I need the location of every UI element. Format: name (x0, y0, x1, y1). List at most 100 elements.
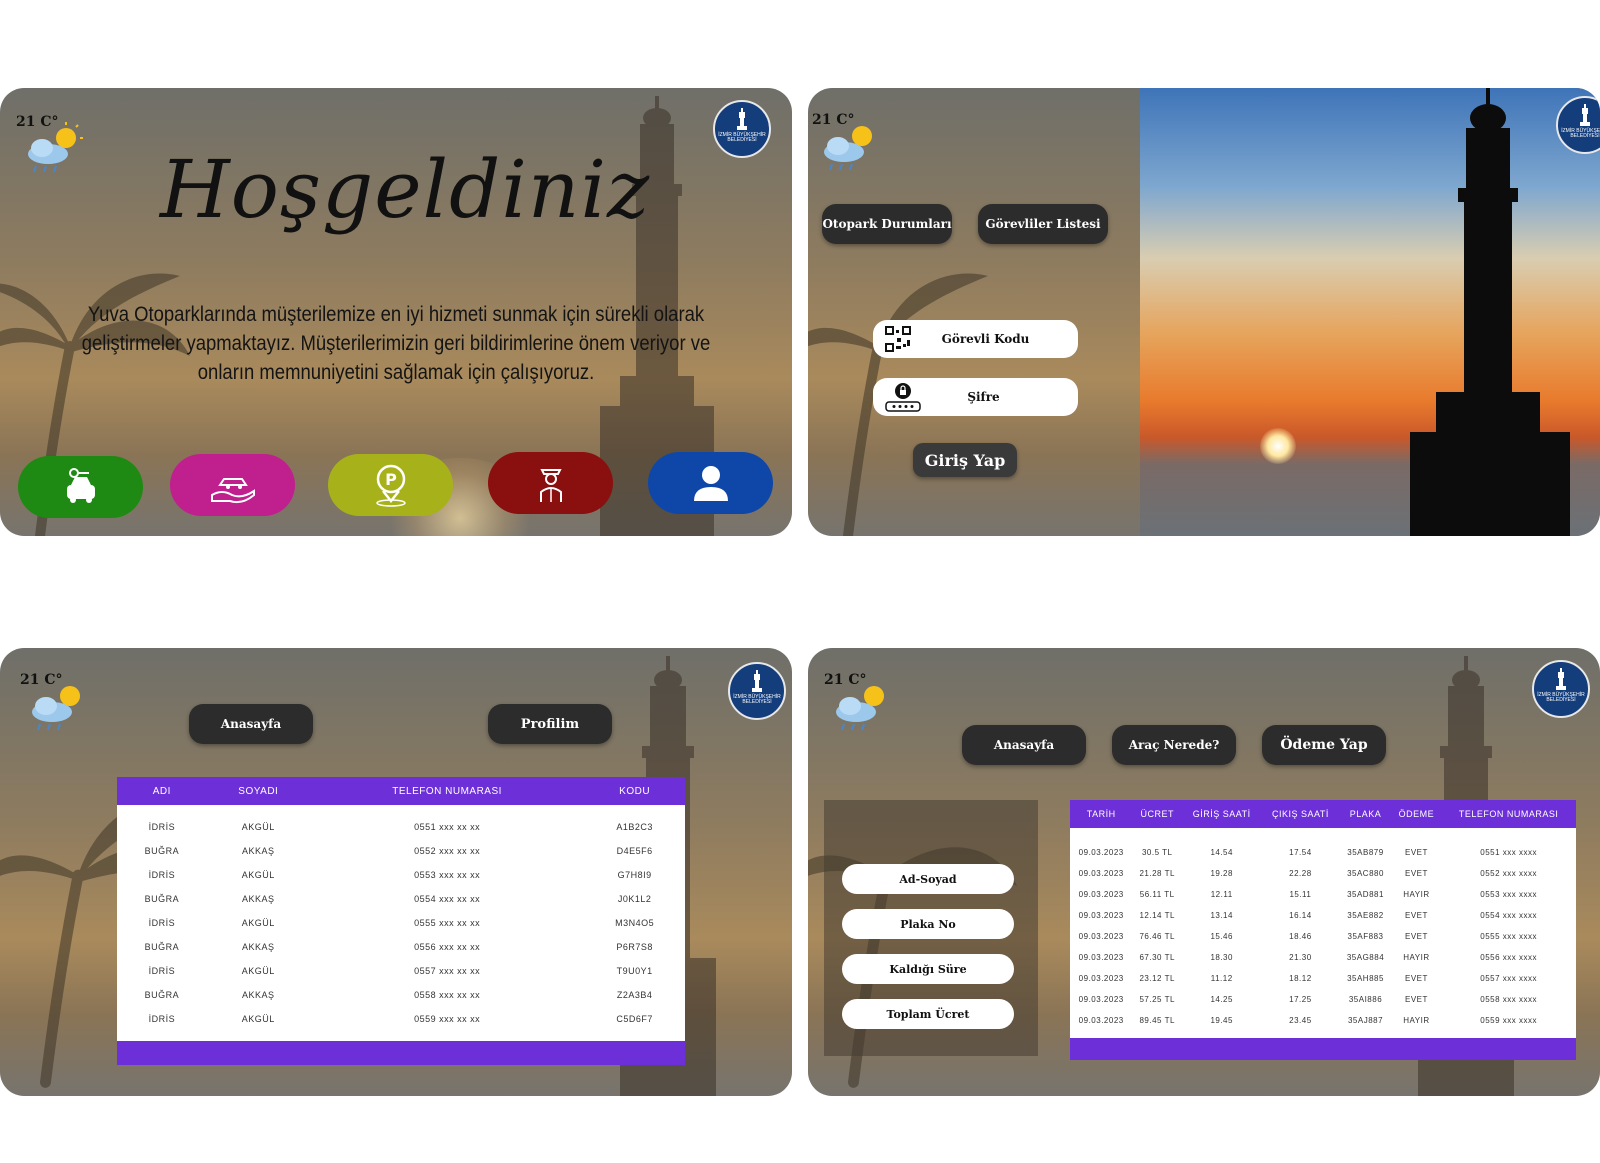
table-cell: 18.46 (1289, 932, 1312, 941)
car-key-button[interactable] (18, 456, 143, 518)
table-cell: 35AH885 (1347, 974, 1384, 983)
car-key-icon (66, 468, 95, 503)
table-row[interactable]: 09.03.2023 56.11 TL 12.11 15.11 35AD881 HAYIR… (1070, 884, 1576, 905)
filter-total-fee-button[interactable]: Toplam Ücret (842, 999, 1014, 1029)
table-row[interactable]: İDRİS AKGÜL 0551 xxx xx xx A1B2C3 (117, 815, 685, 839)
staff-list-screen: 21 C° İZMİR BÜYÜKŞEHİR BELEDİYESİ Anasay… (0, 648, 792, 1096)
table-row[interactable]: BUĞRA AKKAŞ 0552 xxx xx xx D4E5F6 (117, 839, 685, 863)
table-cell: 0554 xxx xxxx (1480, 911, 1538, 920)
municipality-logo: İZMİR BÜYÜKŞEHİR BELEDİYESİ (713, 100, 771, 158)
car-hand-button[interactable] (170, 454, 295, 516)
table-cell: 09.03.2023 (1078, 911, 1124, 920)
payment-button[interactable]: Ödeme Yap (1262, 725, 1386, 765)
password-field[interactable]: Şifre (873, 378, 1078, 416)
table-cell: 89.45 TL (1139, 1016, 1175, 1025)
column-header: TELEFON NUMARASI (309, 777, 585, 805)
table-cell: 57.25 TL (1139, 995, 1175, 1004)
table-cell: 09.03.2023 (1078, 869, 1124, 878)
user-icon (693, 466, 728, 501)
logo-text: İZMİR BÜYÜKŞEHİR BELEDİYESİ (718, 132, 766, 143)
table-cell: EVET (1404, 911, 1428, 920)
table-row[interactable]: İDRİS AKGÜL 0553 xxx xx xx G7H8I9 (117, 863, 685, 887)
filter-name-button[interactable]: Ad-Soyad (842, 864, 1014, 894)
table-row[interactable]: 09.03.2023 67.30 TL 18.30 21.30 35AG884 HAYIR… (1070, 947, 1576, 968)
records-screen: 21 C° İZMİR BÜYÜKŞEHİR BELEDİYESİ Anasay… (808, 648, 1600, 1096)
column-header: PLAKA (1339, 800, 1392, 828)
table-cell: BUĞRA (144, 942, 180, 952)
parking-location-button[interactable]: P (328, 454, 453, 516)
table-cell: AKGÜL (241, 822, 275, 832)
table-cell: 76.46 TL (1139, 932, 1175, 941)
table-row[interactable]: 09.03.2023 76.46 TL 15.46 18.46 35AF883 EVET 0… (1070, 926, 1576, 947)
clock-tower-icon (1580, 104, 1590, 126)
profile-button[interactable]: Profilim (488, 704, 612, 744)
table-row[interactable]: 09.03.2023 12.14 TL 13.14 16.14 35AE882 EVET 0… (1070, 905, 1576, 926)
column-header: ÇIKIŞ SAATİ (1261, 800, 1340, 828)
table-cell: AKGÜL (241, 966, 275, 976)
table-cell: İDRİS (148, 822, 176, 832)
login-button[interactable]: Giriş Yap (913, 443, 1017, 477)
column-header: KODU (584, 777, 685, 805)
logo-text: İZMİR BÜYÜKŞEHİR BELEDİYESİ (1537, 692, 1585, 703)
table-cell: 22.28 (1289, 869, 1312, 878)
table-cell: Z2A3B4 (616, 990, 653, 1000)
user-profile-button[interactable] (648, 452, 773, 514)
filter-plate-button[interactable]: Plaka No (842, 909, 1014, 939)
table-row[interactable]: 09.03.2023 57.25 TL 14.25 17.25 35AI886 EVET 0… (1070, 989, 1576, 1010)
table-cell: 30.5 TL (1141, 848, 1173, 857)
table-row[interactable]: 09.03.2023 23.12 TL 11.12 18.12 35AH885 EVET 0… (1070, 968, 1576, 989)
table-cell: C5D6F7 (616, 1014, 653, 1024)
table-cell: 09.03.2023 (1078, 995, 1124, 1004)
where-is-car-button[interactable]: Araç Nerede? (1112, 725, 1236, 765)
table-row[interactable]: 09.03.2023 21.28 TL 19.28 22.28 35AC880 EVET 0… (1070, 863, 1576, 884)
table-cell: 19.45 (1210, 1016, 1233, 1025)
otopark-status-button[interactable]: Otopark Durumları (822, 204, 952, 244)
weather-widget: 21 C° (822, 668, 902, 738)
table-cell: 0555 xxx xxxx (1480, 932, 1538, 941)
table-cell: AKGÜL (241, 918, 275, 928)
staff-code-field[interactable]: Görevli Kodu (873, 320, 1078, 358)
table-cell: 11.12 (1210, 974, 1233, 983)
partly-rainy-icon (32, 686, 80, 731)
partly-rainy-icon (836, 686, 884, 731)
table-row[interactable]: BUĞRA AKKAŞ 0558 xxx xx xx Z2A3B4 (117, 983, 685, 1007)
logo-text: İZMİR BÜYÜKŞEHİR BELEDİYESİ (733, 694, 781, 705)
attendant-icon (539, 469, 562, 502)
table-cell: HAYIR (1403, 890, 1430, 899)
home-button[interactable]: Anasayfa (962, 725, 1086, 765)
table-cell: M3N4O5 (615, 918, 655, 928)
table-cell: EVET (1404, 869, 1428, 878)
filter-duration-button[interactable]: Kaldığı Süre (842, 954, 1014, 984)
staff-list-button[interactable]: Görevliler Listesi (978, 204, 1108, 244)
svg-text:P: P (385, 470, 397, 489)
table-cell: 0557 xxx xxxx (1480, 974, 1538, 983)
clock-tower-icon (737, 108, 747, 130)
table-row[interactable]: BUĞRA AKKAŞ 0556 xxx xx xx P6R7S8 (117, 935, 685, 959)
sunset-photo (1140, 88, 1600, 536)
table-spacer (1070, 828, 1576, 842)
table-cell: 15.46 (1210, 932, 1233, 941)
table-cell: 09.03.2023 (1078, 848, 1124, 857)
table-cell: 0559 xxx xxxx (1480, 1016, 1538, 1025)
table-row[interactable]: 09.03.2023 30.5 TL 14.54 17.54 35AB879 EVET 05… (1070, 842, 1576, 863)
home-button[interactable]: Anasayfa (189, 704, 313, 744)
weather-widget: 21 C° (18, 668, 98, 738)
table-cell: 0557 xxx xx xx (414, 966, 481, 976)
table-cell: 0554 xxx xx xx (414, 894, 481, 904)
qr-code-icon (885, 326, 911, 352)
table-cell: 13.14 (1210, 911, 1233, 920)
lock-password-icon (885, 383, 921, 412)
table-row[interactable]: İDRİS AKGÜL 0557 xxx xx xx T9U0Y1 (117, 959, 685, 983)
table-cell: AKKAŞ (242, 846, 275, 856)
table-row[interactable]: 09.03.2023 89.45 TL 19.45 23.45 35AJ887 HAYIR… (1070, 1010, 1576, 1031)
table-cell: HAYIR (1403, 1016, 1430, 1025)
column-header: TELEFON NUMARASI (1441, 800, 1576, 828)
table-cell: 0552 xxx xx xx (414, 846, 481, 856)
attendant-button[interactable] (488, 452, 613, 514)
table-row[interactable]: İDRİS AKGÜL 0559 xxx xx xx C5D6F7 (117, 1007, 685, 1031)
password-label: Şifre (967, 390, 1000, 404)
table-row[interactable]: İDRİS AKGÜL 0555 xxx xx xx M3N4O5 (117, 911, 685, 935)
table-row[interactable]: BUĞRA AKKAŞ 0554 xxx xx xx J0K1L2 (117, 887, 685, 911)
logo-text: İZMİR BÜYÜKŞEHİR BELEDİYESİ (1561, 128, 1600, 139)
table-cell: AKKAŞ (242, 894, 275, 904)
